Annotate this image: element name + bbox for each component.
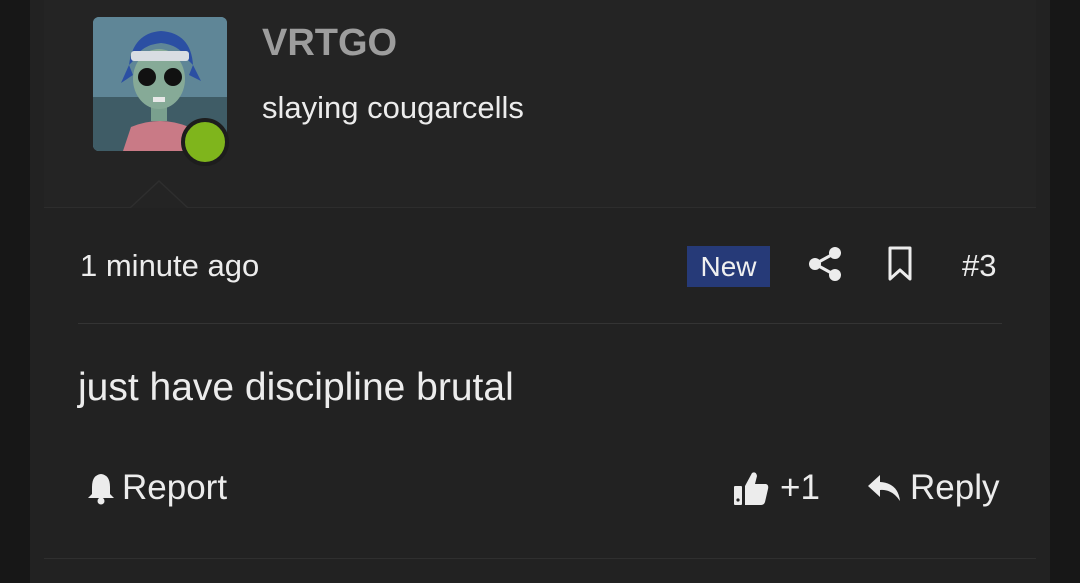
post-meta-row: 1 minute ago New #3 xyxy=(78,236,1002,296)
online-status-dot xyxy=(181,118,229,166)
like-count: +1 xyxy=(780,468,820,507)
bookmark-icon[interactable] xyxy=(887,246,913,282)
reply-button[interactable]: Reply xyxy=(866,468,999,508)
like-button[interactable]: +1 xyxy=(732,468,820,508)
divider xyxy=(78,323,1002,324)
reply-label: Reply xyxy=(910,468,1000,507)
report-button[interactable]: Report xyxy=(86,468,227,508)
user-block: VRTGO slaying cougarcells xyxy=(44,0,1036,208)
post-actions: Report +1 Reply xyxy=(78,464,1002,518)
post-message: just have discipline brutal xyxy=(78,366,514,409)
thumbs-up-icon xyxy=(734,472,769,505)
forum-post: VRTGO slaying cougarcells 1 minute ago N… xyxy=(30,0,1050,583)
post-timestamp[interactable]: 1 minute ago xyxy=(80,248,259,284)
username[interactable]: VRTGO xyxy=(262,22,397,65)
new-badge: New xyxy=(687,246,770,287)
post-number[interactable]: #3 xyxy=(962,248,996,284)
report-label: Report xyxy=(122,468,228,507)
bottom-divider xyxy=(44,558,1036,559)
share-icon[interactable] xyxy=(808,246,842,282)
user-title: slaying cougarcells xyxy=(262,90,524,125)
reply-arrow-icon xyxy=(868,475,900,501)
bell-icon xyxy=(88,474,114,505)
